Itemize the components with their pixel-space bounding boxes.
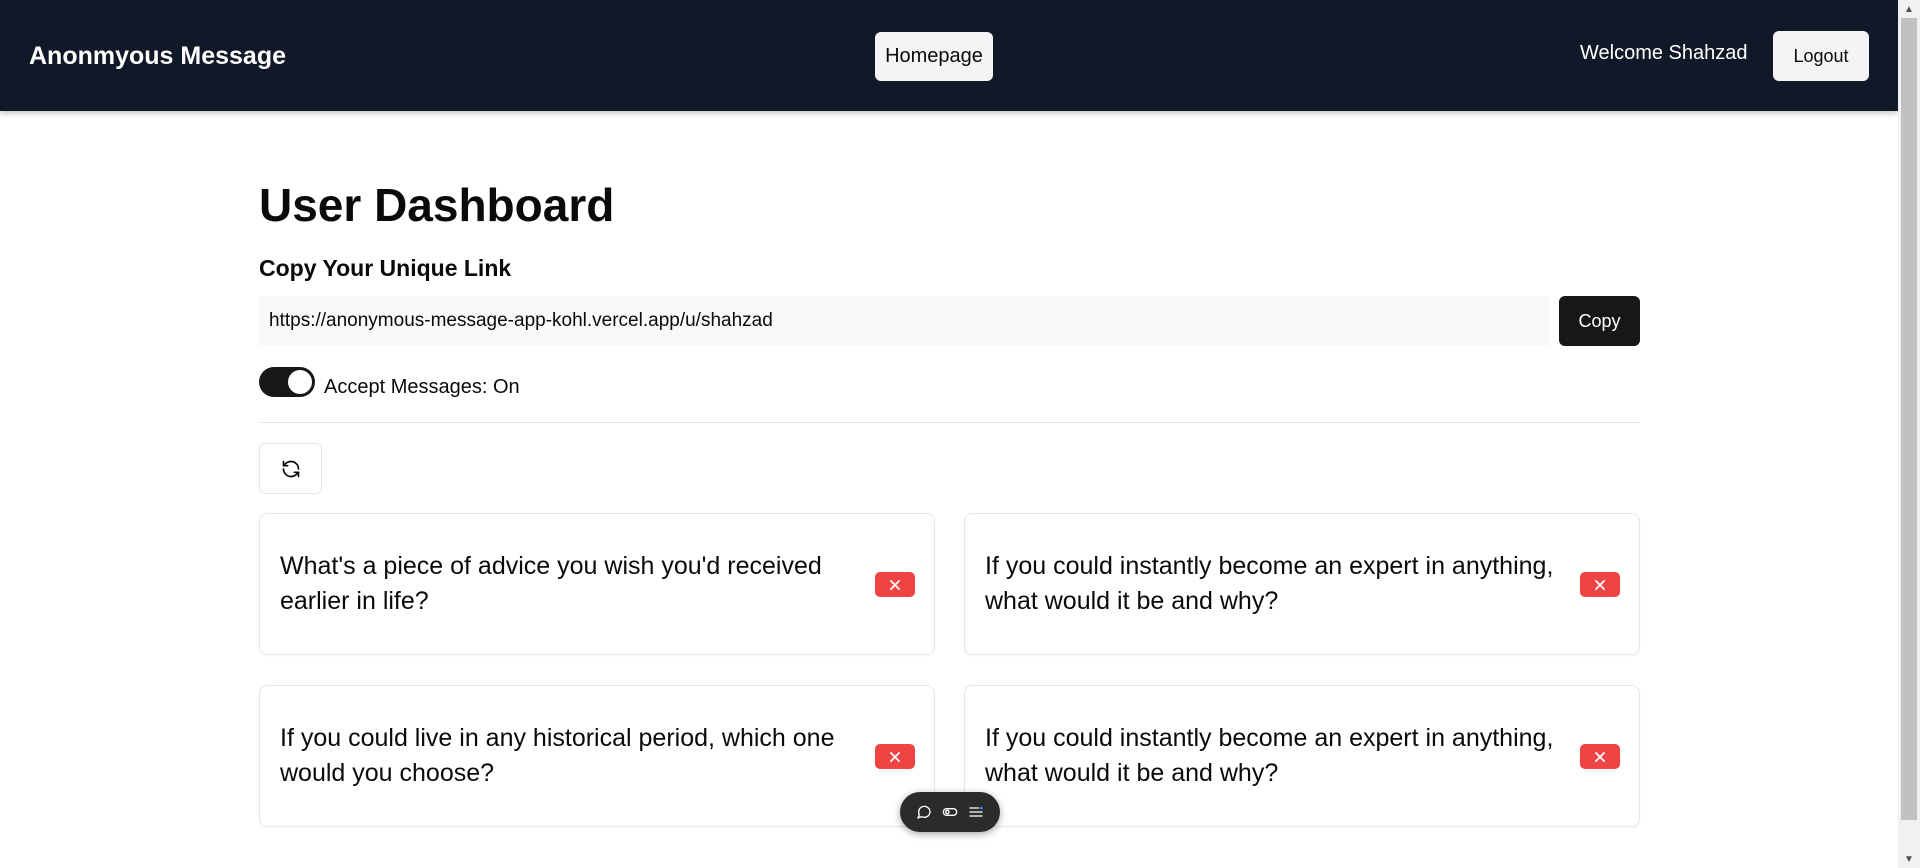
scroll-down-arrow-icon[interactable]: ▼: [1898, 850, 1920, 868]
brand-title[interactable]: Anonmyous Message: [29, 42, 286, 71]
message-text: If you could instantly become an expert …: [985, 552, 1554, 615]
toggle-knob: [288, 370, 312, 394]
copy-button[interactable]: Copy: [1559, 296, 1640, 346]
homepage-button[interactable]: Homepage: [875, 32, 993, 81]
refresh-icon: [282, 460, 299, 477]
delete-message-button[interactable]: [875, 572, 915, 597]
divider: [259, 422, 1640, 423]
accept-messages-label: Accept Messages: On: [324, 376, 520, 398]
delete-message-button[interactable]: [1580, 744, 1620, 769]
x-icon: [890, 579, 900, 590]
delete-message-button[interactable]: [1580, 572, 1620, 597]
message-card: If you could instantly become an expert …: [964, 685, 1640, 827]
x-icon: [1595, 751, 1605, 762]
floating-toolbar: [900, 792, 1000, 832]
refresh-button[interactable]: [259, 443, 322, 494]
page-title: User Dashboard: [259, 179, 615, 231]
vertical-scrollbar[interactable]: ▲ ▼: [1898, 0, 1920, 868]
comment-icon[interactable]: [916, 804, 932, 820]
message-card: What's a piece of advice you wish you'd …: [259, 513, 935, 655]
navbar: Anonmyous Message Homepage Welcome Shahz…: [0, 0, 1898, 111]
toggle-icon[interactable]: [942, 804, 958, 820]
scroll-up-arrow-icon[interactable]: ▲: [1898, 0, 1920, 18]
message-text: What's a piece of advice you wish you'd …: [280, 552, 822, 615]
accept-messages-toggle[interactable]: [259, 367, 315, 397]
scrollbar-thumb[interactable]: [1901, 18, 1917, 820]
message-card: If you could live in any historical peri…: [259, 685, 935, 827]
message-text: If you could live in any historical peri…: [280, 724, 835, 787]
logout-button[interactable]: Logout: [1773, 31, 1869, 81]
welcome-text: Welcome Shahzad: [1580, 42, 1748, 64]
unique-link-field[interactable]: https://anonymous-message-app-kohl.verce…: [259, 296, 1549, 346]
unique-link-heading: Copy Your Unique Link: [259, 255, 512, 281]
x-icon: [1595, 579, 1605, 590]
message-text: If you could instantly become an expert …: [985, 724, 1554, 787]
menu-icon[interactable]: [968, 804, 984, 820]
message-card: If you could instantly become an expert …: [964, 513, 1640, 655]
delete-message-button[interactable]: [875, 744, 915, 769]
x-icon: [890, 751, 900, 762]
